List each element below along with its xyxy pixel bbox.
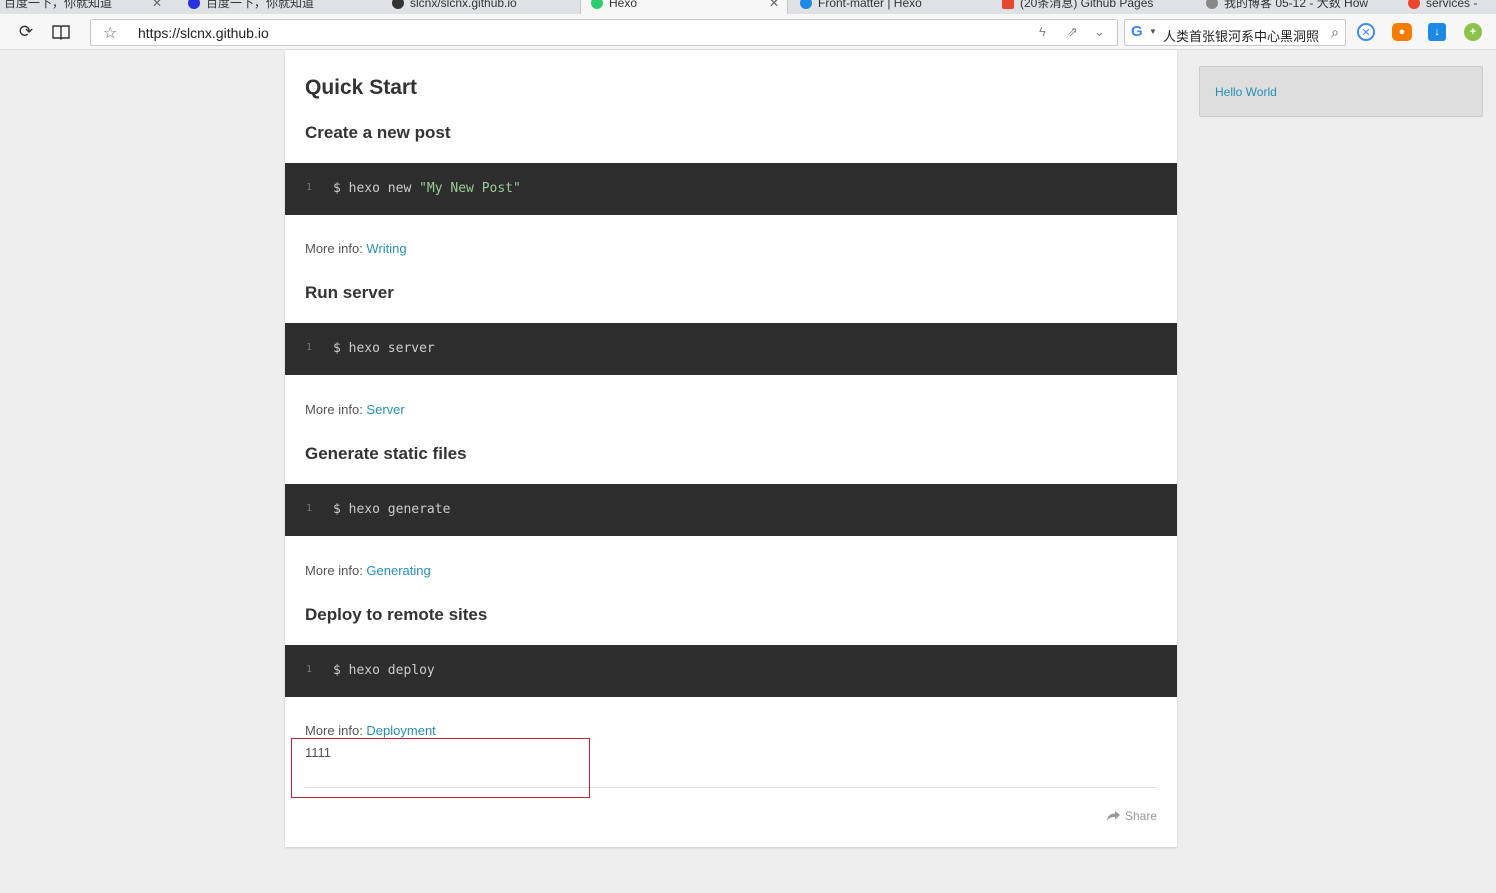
section-heading: Generate static files: [305, 444, 467, 463]
more-info: More info: Server: [305, 402, 405, 417]
chevron-down-icon[interactable]: ⌄: [1094, 24, 1105, 40]
bookmark-star-icon[interactable]: ☆: [103, 23, 117, 43]
tab-label: 百度一下，你就知道: [206, 0, 315, 10]
line-number: 1: [306, 182, 313, 193]
reading-mode-icon[interactable]: [50, 21, 72, 43]
code-line: $ hexo server: [333, 341, 435, 356]
url-text: https://slcnx.github.io: [138, 25, 269, 41]
hexo-icon: [591, 0, 603, 9]
search-box[interactable]: G ▼ 人类首张银河系中心黑洞照 ⌕: [1124, 19, 1346, 46]
chevron-down-icon[interactable]: ▼: [1149, 27, 1157, 36]
line-number: 1: [306, 664, 313, 675]
more-info: More info: Deployment: [305, 723, 436, 738]
tab-baidu-1[interactable]: 百度一下，你就知道 ✕: [4, 0, 162, 14]
tab-label: services -: [1426, 0, 1478, 10]
baidu-icon: [188, 0, 200, 9]
tab-label: slcnx/slcnx.github.io: [410, 0, 517, 10]
more-info-prefix: More info:: [305, 563, 367, 578]
tab-blog[interactable]: 我的博客 05-12 - 大数 How: [1206, 0, 1368, 14]
more-info-prefix: More info:: [305, 723, 367, 738]
section-heading: Deploy to remote sites: [305, 605, 488, 624]
more-info-prefix: More info:: [305, 241, 367, 256]
code-line: $ hexo deploy: [333, 663, 435, 678]
tab-strip: 百度一下，你就知道 ✕ 百度一下，你就知道 slcnx/slcnx.github…: [0, 0, 1496, 14]
code-block: 1 $ hexo server: [285, 323, 1177, 375]
lightning-icon[interactable]: ϟ: [1039, 24, 1046, 39]
recent-post-link[interactable]: Hello World: [1215, 85, 1277, 99]
address-bar[interactable]: ☆ https://slcnx.github.io ϟ ⇗ ⌄: [90, 19, 1118, 46]
deployment-link[interactable]: Deployment: [366, 723, 435, 738]
code-block: 1 $ hexo deploy: [285, 645, 1177, 697]
more-info: More info: Generating: [305, 563, 431, 578]
article-card: Quick Start Create a new post 1 $ hexo n…: [285, 50, 1177, 847]
tab-csdn[interactable]: (20条消息) Github Pages: [1002, 0, 1153, 14]
server-link[interactable]: Server: [366, 402, 404, 417]
page-title: Quick Start: [305, 76, 418, 99]
line-number: 1: [306, 342, 313, 353]
globe-icon: [1206, 0, 1218, 9]
extension-plus-icon[interactable]: +: [1464, 23, 1482, 41]
code-block: 1 $ hexo generate: [285, 484, 1177, 536]
code-block: 1 $ hexo new "My New Post": [285, 163, 1177, 215]
game-controller-icon[interactable]: ●: [1392, 23, 1412, 41]
code-command: $ hexo deploy: [333, 663, 435, 678]
close-icon[interactable]: ✕: [769, 0, 779, 11]
csdn-icon: [1408, 0, 1420, 9]
tab-label: (20条消息) Github Pages: [1020, 0, 1154, 10]
tab-label: 我的博客 05-12 - 大数 How: [1224, 0, 1369, 10]
book-icon: [52, 25, 70, 40]
csdn-icon: [1002, 0, 1014, 9]
share-label: Share: [1124, 809, 1157, 823]
share-button[interactable]: Share: [1106, 809, 1157, 823]
generating-link[interactable]: Generating: [366, 563, 430, 578]
tab-label: Hexo: [609, 0, 638, 10]
line-number: 1: [306, 503, 313, 514]
tab-baidu-2[interactable]: 百度一下，你就知道: [188, 0, 314, 14]
recent-posts-widget: Hello World: [1199, 66, 1483, 117]
tab-label: Front-matter | Hexo: [818, 0, 922, 10]
code-command: $ hexo generate: [333, 502, 451, 517]
more-info-prefix: More info:: [305, 402, 367, 417]
writing-link[interactable]: Writing: [366, 241, 406, 256]
browser-toolbar: ⟳ ☆ https://slcnx.github.io ϟ ⇗ ⌄ G ▼ 人类…: [0, 14, 1496, 50]
github-icon: [392, 0, 404, 9]
search-input[interactable]: 人类首张银河系中心黑洞照: [1163, 26, 1323, 45]
reload-icon[interactable]: ⟳: [15, 21, 37, 43]
highlight-box: [291, 738, 590, 798]
code-command: $ hexo server: [333, 341, 435, 356]
extension-compass-icon[interactable]: ✕: [1357, 23, 1375, 41]
download-icon[interactable]: ↓: [1428, 23, 1446, 41]
tab-label: 百度一下，你就知道: [4, 0, 113, 10]
tab-github[interactable]: slcnx/slcnx.github.io: [392, 0, 517, 14]
code-line: $ hexo new "My New Post": [333, 181, 521, 196]
tab-front-matter[interactable]: Front-matter | Hexo: [800, 0, 922, 14]
google-icon[interactable]: G: [1131, 23, 1143, 40]
tab-hexo[interactable]: Hexo ✕: [580, 0, 788, 14]
search-icon[interactable]: ⌕: [1331, 24, 1339, 41]
section-heading: Run server: [305, 283, 394, 302]
code-line: $ hexo generate: [333, 502, 450, 517]
tab-services[interactable]: services -: [1408, 0, 1477, 14]
more-info: More info: Writing: [305, 241, 407, 256]
code-command: $ hexo new: [333, 181, 420, 196]
code-string: "My New Post": [419, 181, 521, 196]
section-heading: Create a new post: [305, 123, 451, 142]
hexo-icon: [800, 0, 812, 9]
share-icon: [1106, 810, 1120, 821]
share-page-icon[interactable]: ⇗: [1067, 24, 1078, 40]
